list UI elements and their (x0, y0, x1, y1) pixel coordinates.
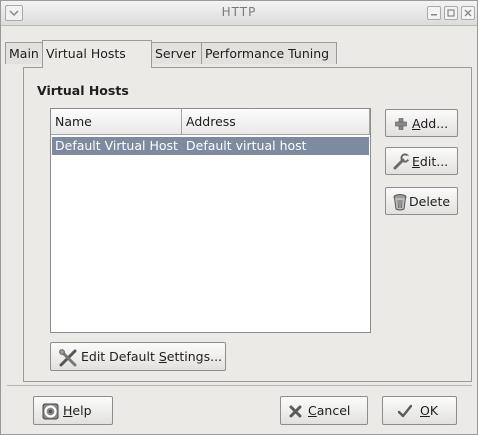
tab-performance-tuning-label: Performance Tuning (205, 46, 330, 61)
lifebuoy-icon (42, 403, 59, 420)
maximize-button[interactable] (444, 6, 458, 20)
add-button-label: Add... (412, 116, 449, 131)
edit-button-label: Edit... (412, 154, 449, 169)
cancel-button[interactable]: Cancel (280, 396, 368, 425)
ok-button-label: OK (420, 403, 439, 418)
help-button-label: Help (63, 403, 92, 418)
column-address-label: Address (186, 114, 236, 129)
tab-main-label: Main (9, 46, 39, 61)
column-name-label: Name (55, 114, 92, 129)
tab-server-label: Server (155, 46, 196, 61)
tab-main[interactable]: Main (5, 42, 43, 64)
window-title: HTTP (221, 5, 257, 19)
tab-server[interactable]: Server (151, 42, 202, 64)
trash-icon (393, 194, 407, 211)
cancel-button-label: Cancel (308, 403, 351, 418)
maximize-icon (447, 9, 455, 17)
column-header-name[interactable]: Name (51, 109, 182, 135)
table-row[interactable]: Default Virtual Host Default virtual hos… (52, 137, 369, 155)
section-title: Virtual Hosts (37, 83, 129, 98)
title-bar: HTTP (1, 1, 477, 26)
add-button[interactable]: Add... (385, 109, 458, 137)
row-name: Default Virtual Host (55, 138, 178, 153)
edit-default-settings-label: Edit Default Settings... (81, 349, 223, 364)
ok-button[interactable]: OK (382, 396, 457, 425)
edit-default-settings-button[interactable]: Edit Default Settings... (50, 342, 226, 371)
tab-virtual-hosts[interactable]: Virtual Hosts (42, 40, 152, 68)
http-dialog: HTTP Main Virtual Hosts Server Performan… (0, 0, 478, 435)
cross-icon (289, 405, 302, 418)
minimize-button[interactable] (427, 6, 441, 20)
edit-button[interactable]: Edit... (385, 147, 458, 175)
wrench-icon (393, 153, 410, 170)
column-header-address[interactable]: Address (182, 109, 370, 135)
virtual-hosts-list[interactable]: Name Address Default Virtual Host Defaul… (50, 108, 371, 333)
plus-icon (395, 118, 407, 130)
help-button[interactable]: Help (33, 396, 113, 425)
footer-separator (7, 385, 472, 386)
tab-performance-tuning[interactable]: Performance Tuning (201, 42, 337, 64)
close-button[interactable] (461, 6, 475, 20)
tools-icon (59, 349, 77, 367)
checkmark-icon (397, 404, 413, 418)
row-address: Default virtual host (186, 138, 307, 153)
delete-button-label: Delete (409, 194, 451, 209)
close-icon (464, 9, 472, 17)
delete-button[interactable]: Delete (385, 187, 458, 215)
tab-virtual-hosts-label: Virtual Hosts (46, 46, 126, 61)
minimize-icon (431, 14, 437, 16)
